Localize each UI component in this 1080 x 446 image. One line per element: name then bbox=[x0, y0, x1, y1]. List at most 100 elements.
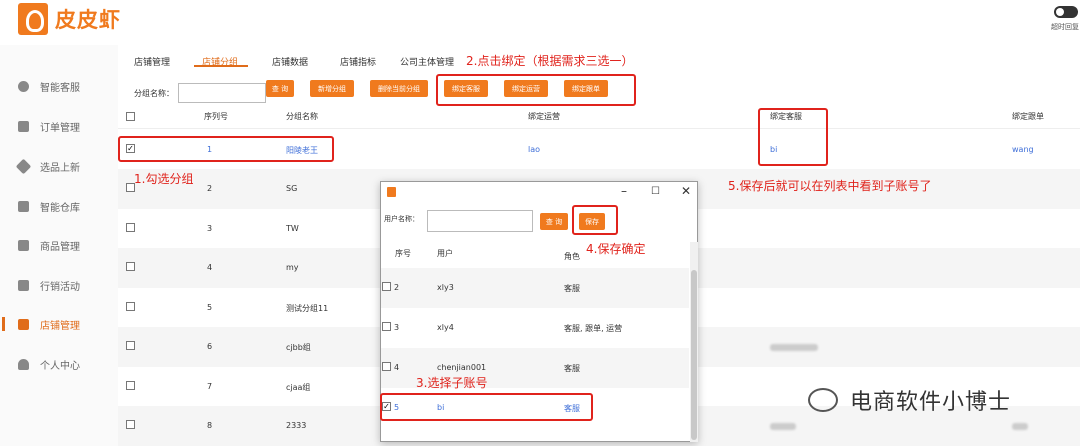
row-checkbox[interactable]: ✓ bbox=[126, 144, 135, 153]
dialog-scrollbar[interactable] bbox=[690, 242, 698, 442]
group-name-input[interactable] bbox=[178, 83, 266, 103]
row-checkbox[interactable]: ✓ bbox=[382, 402, 391, 411]
sidebar-item-orders[interactable]: 订单管理 bbox=[0, 113, 118, 139]
sidebar-item-label: 行销活动 bbox=[40, 281, 80, 293]
row-name: SG bbox=[286, 184, 298, 193]
delete-group-button[interactable]: 删除当前分组 bbox=[370, 80, 428, 97]
row-name: 2333 bbox=[286, 421, 307, 430]
toggle-label: 超时回复 bbox=[1051, 23, 1079, 31]
brand-logo[interactable]: 皮皮虾 bbox=[18, 3, 121, 35]
row-no: 3 bbox=[207, 224, 213, 233]
row-name: cjbb组 bbox=[286, 343, 311, 352]
row-no: 3 bbox=[394, 323, 400, 332]
top-bar: 皮皮虾 超时回复 bbox=[0, 0, 1080, 45]
row-no: 5 bbox=[207, 303, 213, 312]
shrimp-logo-icon bbox=[18, 3, 48, 35]
headset-icon bbox=[18, 80, 29, 92]
sidebar-item-goods[interactable]: 商品管理 bbox=[0, 232, 118, 258]
order-icon bbox=[18, 120, 29, 132]
row-no: 4 bbox=[207, 263, 213, 272]
row-checkbox[interactable] bbox=[382, 282, 391, 291]
sidebar-item-shop-management[interactable]: 店铺管理 bbox=[0, 311, 118, 337]
bag-icon bbox=[18, 239, 29, 251]
tag-icon bbox=[15, 158, 32, 174]
row-checkbox[interactable] bbox=[126, 262, 135, 271]
row-no: 1 bbox=[207, 145, 213, 154]
row-name: 测试分组11 bbox=[286, 304, 329, 313]
row-checkbox[interactable] bbox=[126, 341, 135, 350]
row-ops[interactable]: lao bbox=[528, 145, 540, 154]
bind-cs-button[interactable]: 绑定客服 bbox=[444, 80, 488, 97]
row-checkbox[interactable] bbox=[126, 302, 135, 311]
sidebar: 智能客服 订单管理 选品上新 智能仓库 商品管理 行销活动 店铺管理 个人中心 bbox=[0, 45, 118, 446]
dialog-row[interactable]: ✓ 5 bi 客服 bbox=[381, 388, 689, 428]
col-header-name: 分组名称 bbox=[286, 112, 318, 121]
sidebar-item-label: 选品上新 bbox=[40, 162, 80, 174]
dialog-row[interactable]: 2 xly3 客服 bbox=[381, 268, 689, 308]
tab-shop-data[interactable]: 店铺数据 bbox=[272, 55, 308, 68]
col-header-cs: 绑定客服 bbox=[770, 112, 802, 121]
sidebar-item-label: 店铺管理 bbox=[40, 320, 80, 332]
annotation-step-1: 1.勾选分组 bbox=[134, 172, 194, 186]
app-icon bbox=[387, 187, 396, 197]
row-role: 客服 bbox=[564, 284, 580, 293]
select-all-checkbox[interactable] bbox=[126, 112, 135, 121]
row-role: 客服 bbox=[564, 404, 580, 413]
sidebar-item-promotions[interactable]: 行销活动 bbox=[0, 272, 118, 298]
dialog-row[interactable]: 3 xly4 客服, 跟单, 运营 bbox=[381, 308, 689, 348]
row-checkbox[interactable] bbox=[126, 223, 135, 232]
row-checkbox[interactable] bbox=[126, 420, 135, 429]
warehouse-icon bbox=[18, 200, 29, 212]
annotation-step-3: 3.选择子账号 bbox=[416, 376, 488, 390]
active-tab-indicator bbox=[194, 65, 248, 67]
row-checkbox[interactable] bbox=[126, 381, 135, 390]
user-name-input[interactable] bbox=[427, 210, 533, 232]
add-group-button[interactable]: 新增分组 bbox=[310, 80, 354, 97]
annotation-step-2: 2.点击绑定（根据需求三选一） bbox=[466, 54, 634, 68]
tab-shop-metrics[interactable]: 店铺指标 bbox=[340, 55, 376, 68]
minimize-icon[interactable]: – bbox=[621, 184, 627, 198]
dialog-save-button[interactable]: 保存 bbox=[579, 213, 605, 230]
sidebar-item-products-new[interactable]: 选品上新 bbox=[0, 153, 118, 179]
timeout-reply-toggle[interactable] bbox=[1054, 6, 1078, 18]
user-icon bbox=[18, 358, 29, 370]
row-order[interactable]: wang bbox=[1012, 145, 1034, 154]
col-header-no: 序号 bbox=[395, 249, 411, 258]
sidebar-item-label: 订单管理 bbox=[40, 122, 80, 134]
row-no: 7 bbox=[207, 382, 213, 391]
row-checkbox[interactable] bbox=[382, 362, 391, 371]
col-header-order: 绑定跟单 bbox=[1012, 112, 1044, 121]
table-header: 序列号 分组名称 绑定运营 绑定客服 绑定跟单 bbox=[118, 105, 1080, 129]
blurred-value bbox=[770, 344, 818, 351]
row-no: 8 bbox=[207, 421, 213, 430]
close-icon[interactable]: ✕ bbox=[681, 184, 691, 198]
sidebar-item-smart-cs[interactable]: 智能客服 bbox=[0, 73, 118, 99]
annotation-step-4: 4.保存确定 bbox=[586, 242, 646, 256]
bind-user-dialog: – ☐ ✕ 用户名称： 查 询 保存 序号 用户 角色 2 xly3 客服 3 … bbox=[380, 181, 698, 442]
dialog-query-button[interactable]: 查 询 bbox=[540, 213, 568, 230]
blurred-value bbox=[1012, 423, 1028, 430]
watermark-text: 电商软件小博士 bbox=[850, 390, 1012, 415]
dialog-titlebar: – ☐ ✕ bbox=[381, 182, 697, 204]
table-row[interactable]: ✓ 1 阳陵老王 lao bi wang bbox=[118, 130, 1080, 170]
row-name: my bbox=[286, 263, 299, 272]
row-no: 6 bbox=[207, 342, 213, 351]
col-header-no: 序列号 bbox=[204, 112, 228, 121]
user-name-label: 用户名称： bbox=[384, 215, 419, 223]
bind-order-button[interactable]: 绑定跟单 bbox=[564, 80, 608, 97]
row-role: 客服, 跟单, 运营 bbox=[564, 324, 623, 333]
row-no: 2 bbox=[394, 283, 400, 292]
tab-shop-management[interactable]: 店铺管理 bbox=[134, 55, 170, 68]
scrollbar-thumb[interactable] bbox=[691, 270, 697, 440]
col-header-role: 角色 bbox=[564, 252, 580, 261]
bind-ops-button[interactable]: 绑定运营 bbox=[504, 80, 548, 97]
maximize-icon[interactable]: ☐ bbox=[651, 186, 660, 197]
watermark: 电商软件小博士 bbox=[808, 384, 1011, 416]
row-cs[interactable]: bi bbox=[770, 145, 777, 154]
sidebar-item-warehouse[interactable]: 智能仓库 bbox=[0, 193, 118, 219]
row-name[interactable]: 阳陵老王 bbox=[286, 145, 318, 156]
tab-company-entity[interactable]: 公司主体管理 bbox=[400, 55, 454, 68]
sidebar-item-personal-center[interactable]: 个人中心 bbox=[0, 351, 118, 377]
query-button[interactable]: 查 询 bbox=[266, 80, 294, 97]
row-checkbox[interactable] bbox=[382, 322, 391, 331]
